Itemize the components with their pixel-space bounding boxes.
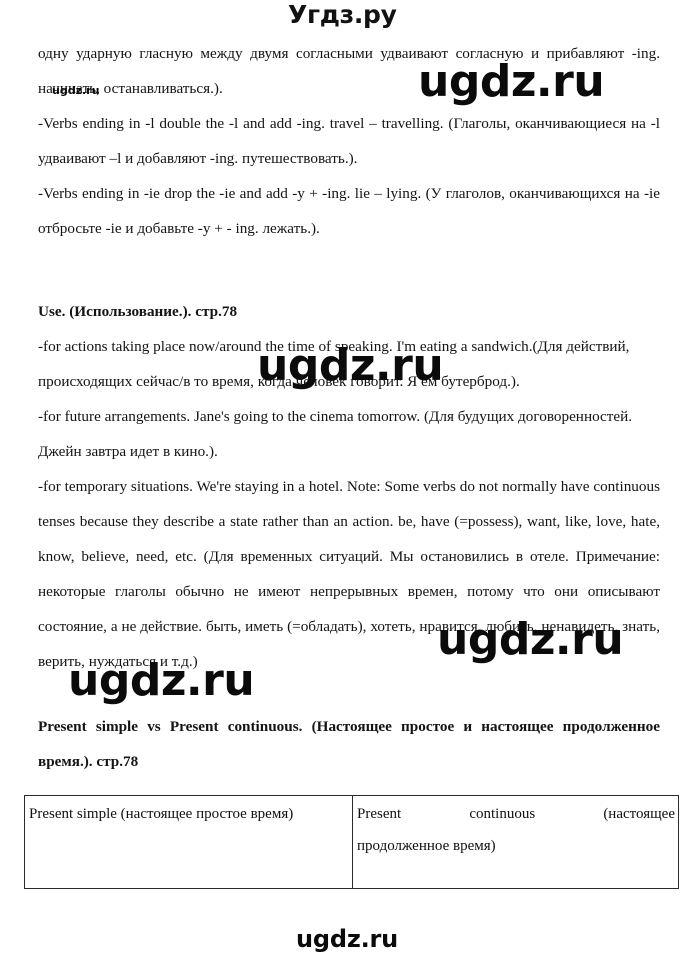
watermark-large-3: ugdz.ru [437,614,624,665]
paragraph-rule-ending-ie: -Verbs ending in -ie drop the -ie and ad… [38,185,660,237]
present-simple-header-text: Present simple (настоящее простое время) [29,806,294,822]
table-row: Present simple (настоящее простое время)… [24,795,679,889]
comparison-section-heading: Present simple vs Present continuous. (Н… [38,718,660,770]
grammar-table-wrapper: Present simple (настоящее простое время)… [24,795,679,889]
watermark-footer: ugdz.ru [296,925,399,953]
site-logo[interactable]: Угдз.ру [288,0,397,30]
use-item-future-arrangements: -for future arrangements. Jane's going t… [38,408,633,460]
table-cell-present-simple: Present simple (настоящее простое время) [24,795,353,889]
watermark-large-2: ugdz.ru [257,340,444,391]
table-cell-present-continuous: Present continuous (настоящее продолженн… [352,795,679,889]
present-continuous-header-line2: продолженное время) [357,838,496,854]
watermark-large-1: ugdz.ru [418,56,605,107]
use-section-heading: Use. (Использование.). стр.78 [38,303,238,320]
grammar-comparison-table: Present simple (настоящее простое время)… [24,795,679,889]
paragraph-rule-ending-l: -Verbs ending in -l double the -l and ad… [38,115,660,167]
site-header: Угдз.ру [0,0,680,30]
watermark-large-4: ugdz.ru [68,655,255,706]
watermark-small-top: ugdz.ru [52,84,100,97]
present-continuous-header-line1: Present continuous (настоящее [357,806,675,822]
